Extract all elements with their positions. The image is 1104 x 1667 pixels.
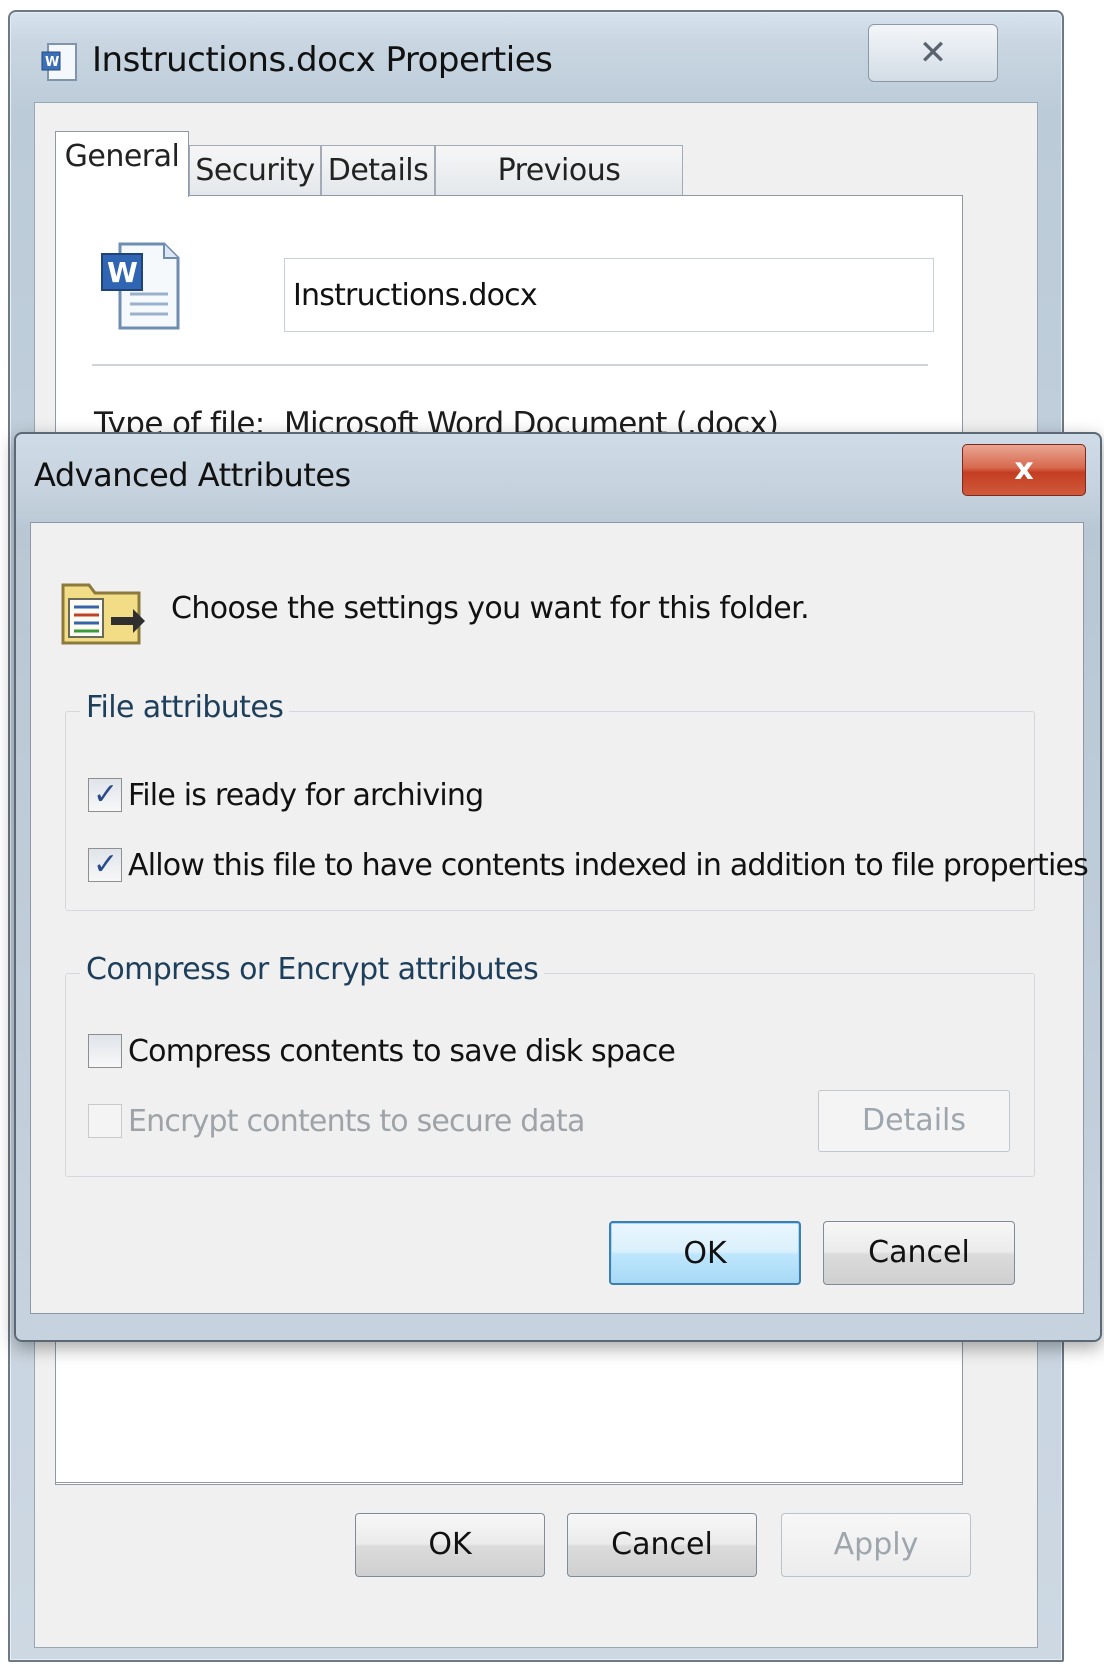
file-attributes-group: File attributes ✓ File is ready for arch… [65,690,1089,911]
encrypt-label[interactable]: Encrypt contents to secure data [128,1104,585,1139]
properties-titlebar[interactable]: W Instructions.docx Properties ✕ [10,12,1062,102]
divider [92,364,928,366]
file-attributes-legend: File attributes [80,690,290,725]
folder-settings-icon [61,583,145,645]
advanced-attributes-dialog: Advanced Attributes x Choose the setting… [14,432,1102,1342]
tab-previous-versions[interactable]: Previous Versions [435,145,683,238]
checkmark-icon: ✓ [93,847,119,882]
tab-general[interactable]: General [55,131,189,197]
encrypt-checkbox[interactable] [88,1104,122,1138]
archive-checkbox[interactable]: ✓ [88,777,122,812]
advanced-attributes-close-button[interactable]: x [962,444,1086,496]
index-label[interactable]: Allow this file to have contents indexed… [128,848,1089,883]
archive-label[interactable]: File is ready for archiving [128,778,484,813]
advanced-attributes-body: Choose the settings you want for this fo… [30,522,1089,1314]
encrypt-option[interactable]: Encrypt contents to secure data [88,1100,585,1142]
properties-apply-button[interactable]: Apply [781,1513,971,1577]
index-checkbox[interactable]: ✓ [88,847,122,882]
compress-encrypt-group: Compress or Encrypt attributes Compress … [65,952,1035,1177]
svg-text:W: W [107,256,138,289]
properties-ok-button[interactable]: OK [355,1513,545,1577]
filename-input[interactable] [284,258,934,332]
advanced-cancel-button[interactable]: Cancel [823,1221,1015,1285]
close-icon: ✕ [918,33,948,73]
word-document-icon: W [41,43,77,81]
properties-title: Instructions.docx Properties [92,40,553,80]
index-option[interactable]: ✓ Allow this file to have contents index… [88,844,1089,886]
compress-option[interactable]: Compress contents to save disk space [88,1030,676,1072]
tab-security[interactable]: Security [189,145,321,197]
details-button[interactable]: Details [818,1090,1010,1152]
archive-option[interactable]: ✓ File is ready for archiving [88,774,484,816]
advanced-attributes-title: Advanced Attributes [34,456,351,494]
advanced-ok-button[interactable]: OK [609,1221,801,1285]
compress-checkbox[interactable] [88,1034,122,1068]
properties-cancel-button[interactable]: Cancel [567,1513,757,1577]
checkmark-icon: ✓ [93,777,119,812]
tab-details[interactable]: Details [321,145,435,197]
compress-label[interactable]: Compress contents to save disk space [128,1034,676,1069]
compress-encrypt-legend: Compress or Encrypt attributes [80,952,545,987]
dialog-heading: Choose the settings you want for this fo… [171,591,810,626]
word-document-icon: W [101,242,180,330]
close-icon: x [1014,452,1034,487]
svg-text:W: W [45,55,59,70]
properties-close-button[interactable]: ✕ [868,24,998,82]
